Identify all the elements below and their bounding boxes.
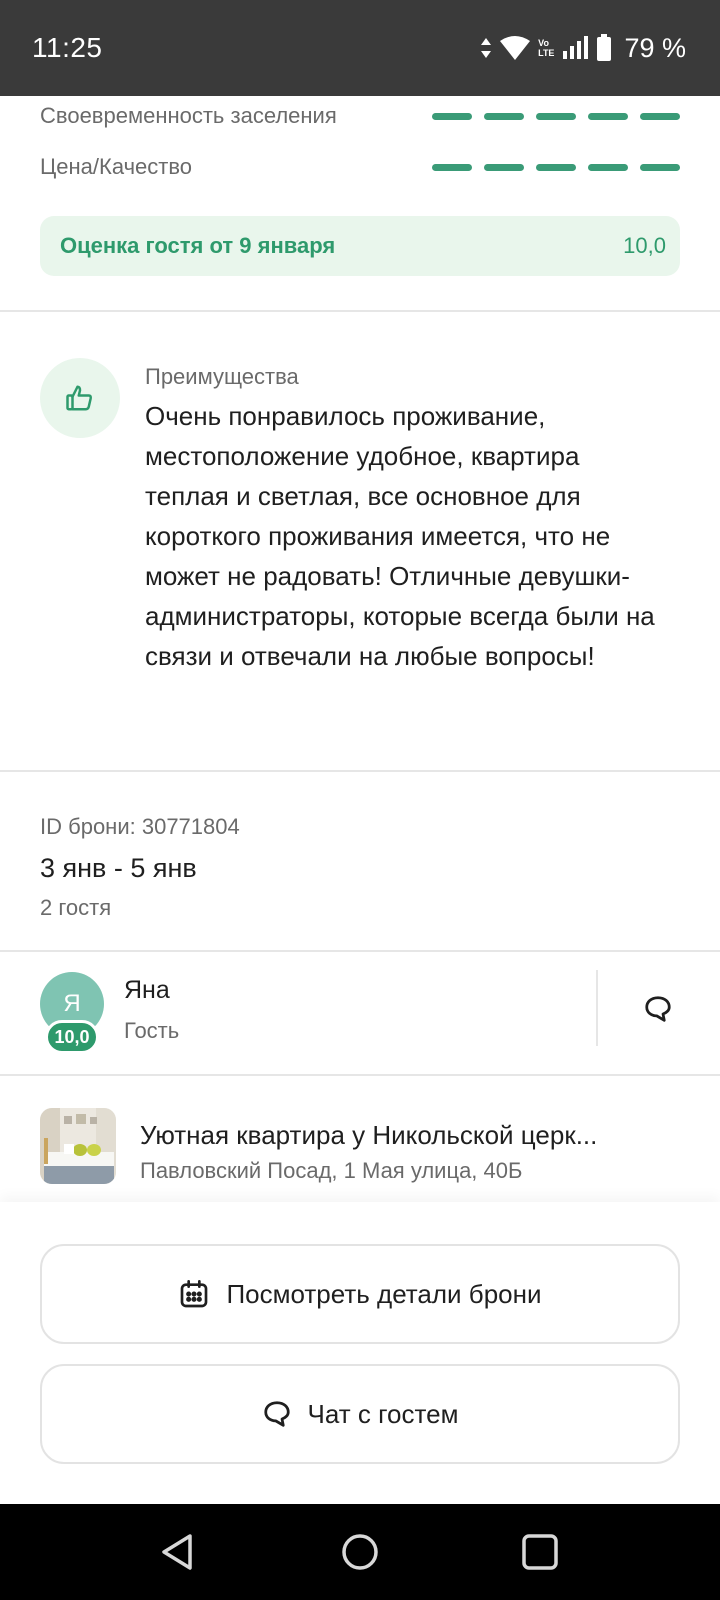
rating-dash [484, 113, 524, 120]
divider [0, 1074, 720, 1076]
rating-dash [588, 164, 628, 171]
chat-bubble-icon [645, 996, 671, 1022]
booking-guests: 2 гостя [40, 895, 112, 920]
battery-percent: 79 % [624, 32, 686, 63]
rating-dash [484, 164, 524, 171]
advantages-text: Очень понравилось проживание, местополож… [145, 401, 655, 671]
guest-score-label: Оценка гостя от 9 января [60, 233, 336, 258]
back-icon[interactable] [158, 1532, 198, 1572]
chat-with-guest-button[interactable]: Чат с гостем [40, 1364, 680, 1464]
chat-with-guest-label: Чат с гостем [307, 1398, 459, 1429]
status-bar: 11:25 Vo LTE 79 % [0, 0, 720, 96]
divider [0, 310, 720, 312]
guest-score-badge: 10,0 [45, 1020, 99, 1054]
view-booking-details-button[interactable]: Посмотреть детали брони [40, 1244, 680, 1344]
recents-icon[interactable] [520, 1532, 560, 1572]
signal-icon [563, 36, 589, 59]
chat-bubble-icon [263, 1401, 290, 1427]
property-thumbnail [40, 1108, 116, 1184]
rating-row-checkin: Своевременность заселения [40, 96, 680, 136]
advantages-label: Преимущества [145, 364, 299, 389]
property-title: Уютная квартира у Никольской церк... [140, 1120, 598, 1150]
status-time: 11:25 [32, 32, 103, 63]
wifi-icon [500, 36, 531, 60]
property-row[interactable]: Уютная квартира у Никольской церк... Пав… [0, 1090, 720, 1200]
rating-row-price-quality: Цена/Качество [40, 147, 680, 187]
volte-top: Vo [538, 38, 549, 48]
property-address: Павловский Посад, 1 Мая улица, 40Б [140, 1158, 523, 1183]
volte-bottom: LTE [538, 48, 555, 58]
guest-name: Яна [124, 976, 170, 1004]
rating-label: Своевременность заселения [40, 103, 337, 128]
rating-dash [536, 164, 576, 171]
guest-score-box: Оценка гостя от 9 января 10,0 [40, 216, 680, 276]
thumbs-up-icon [66, 385, 92, 411]
bottom-action-panel: Посмотреть детали брони Чат с гостем [0, 1202, 720, 1504]
rating-dash [640, 164, 680, 171]
navigation-bar [0, 1504, 720, 1600]
rating-dash [536, 113, 576, 120]
view-booking-details-label: Посмотреть детали брони [226, 1278, 542, 1309]
battery-icon [597, 34, 612, 61]
calendar-icon [181, 1280, 208, 1308]
rating-bar [432, 164, 680, 171]
rating-dash [432, 164, 472, 171]
vertical-divider [596, 970, 598, 1046]
guest-score-value: 10,0 [623, 233, 666, 258]
volte-icon: Vo LTE [538, 38, 554, 58]
data-arrows-icon [481, 38, 492, 58]
rating-bar [432, 113, 680, 120]
rating-dash [640, 113, 680, 120]
status-icons: Vo LTE 79 % [480, 30, 686, 66]
home-icon[interactable] [340, 1532, 380, 1572]
advantages-icon-badge [40, 358, 120, 438]
guest-role: Гость [124, 1018, 180, 1043]
divider [0, 770, 720, 772]
rating-dash [432, 113, 472, 120]
guest-row[interactable]: Я 10,0 Яна Гость [0, 952, 720, 1074]
rating-dash [588, 113, 628, 120]
booking-id: ID брони: 30771804 [40, 814, 240, 839]
guest-chat-button[interactable] [630, 986, 686, 1032]
rating-label: Цена/Качество [40, 154, 193, 179]
booking-dates: 3 янв - 5 янв [40, 853, 197, 883]
